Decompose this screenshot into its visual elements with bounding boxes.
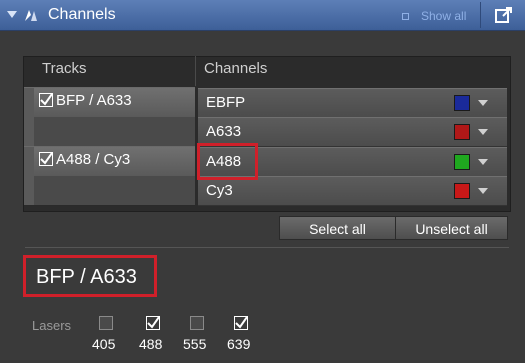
a488-highlight-box — [197, 143, 258, 180]
channel-color-swatch[interactable] — [454, 124, 470, 140]
track-checkbox-bfp-a633[interactable] — [39, 93, 53, 107]
channels-logo-icon — [25, 10, 37, 21]
chevron-down-icon[interactable] — [478, 129, 488, 135]
laser-checkbox-555[interactable] — [190, 316, 204, 330]
channels-header[interactable]: Channels Show all — [0, 0, 525, 31]
panel-title: Channels — [48, 6, 116, 23]
tracks-column-header: Tracks — [42, 60, 87, 77]
unselect-all-button[interactable]: Unselect all — [395, 216, 508, 240]
header-divider — [480, 2, 481, 28]
track-strip — [24, 88, 34, 146]
channel-name: EBFP — [206, 94, 246, 111]
channel-row-ebfp[interactable]: EBFP — [198, 88, 507, 118]
channel-name: A633 — [206, 123, 242, 140]
column-separator — [195, 56, 196, 86]
chevron-down-icon[interactable] — [478, 159, 488, 165]
laser-checkbox-639[interactable] — [234, 316, 248, 330]
channel-color-swatch[interactable] — [454, 154, 470, 170]
laser-wavelength-405: 405 — [92, 336, 116, 352]
channel-color-swatch[interactable] — [454, 183, 470, 199]
track-label-a488-cy3: A488 / Cy3 — [56, 151, 131, 168]
selected-track-label: BFP / A633 — [36, 266, 137, 288]
chevron-down-icon[interactable] — [478, 100, 488, 106]
track-strip — [24, 147, 34, 205]
select-all-button[interactable]: Select all — [279, 216, 396, 240]
collapse-arrow-icon[interactable] — [7, 11, 17, 18]
channel-color-swatch[interactable] — [454, 95, 470, 111]
channels-column-header: Channels — [204, 60, 268, 77]
track-label-bfp-a633: BFP / A633 — [56, 92, 132, 109]
laser-wavelength-555: 555 — [183, 336, 207, 352]
popout-icon[interactable] — [493, 5, 515, 25]
laser-checkbox-405[interactable] — [99, 316, 113, 330]
laser-wavelength-639: 639 — [227, 336, 251, 352]
chevron-down-icon[interactable] — [478, 188, 488, 194]
channel-name: Cy3 — [206, 182, 233, 199]
channel-row-cy3[interactable]: Cy3 — [198, 176, 507, 206]
show-all-checkbox-icon[interactable] — [402, 13, 409, 20]
section-divider — [25, 247, 509, 248]
laser-checkbox-488[interactable] — [146, 316, 160, 330]
laser-wavelength-488: 488 — [139, 336, 163, 352]
lasers-label: Lasers — [32, 318, 72, 333]
track-checkbox-a488-cy3[interactable] — [39, 152, 53, 166]
show-all-label[interactable]: Show all — [421, 9, 466, 23]
